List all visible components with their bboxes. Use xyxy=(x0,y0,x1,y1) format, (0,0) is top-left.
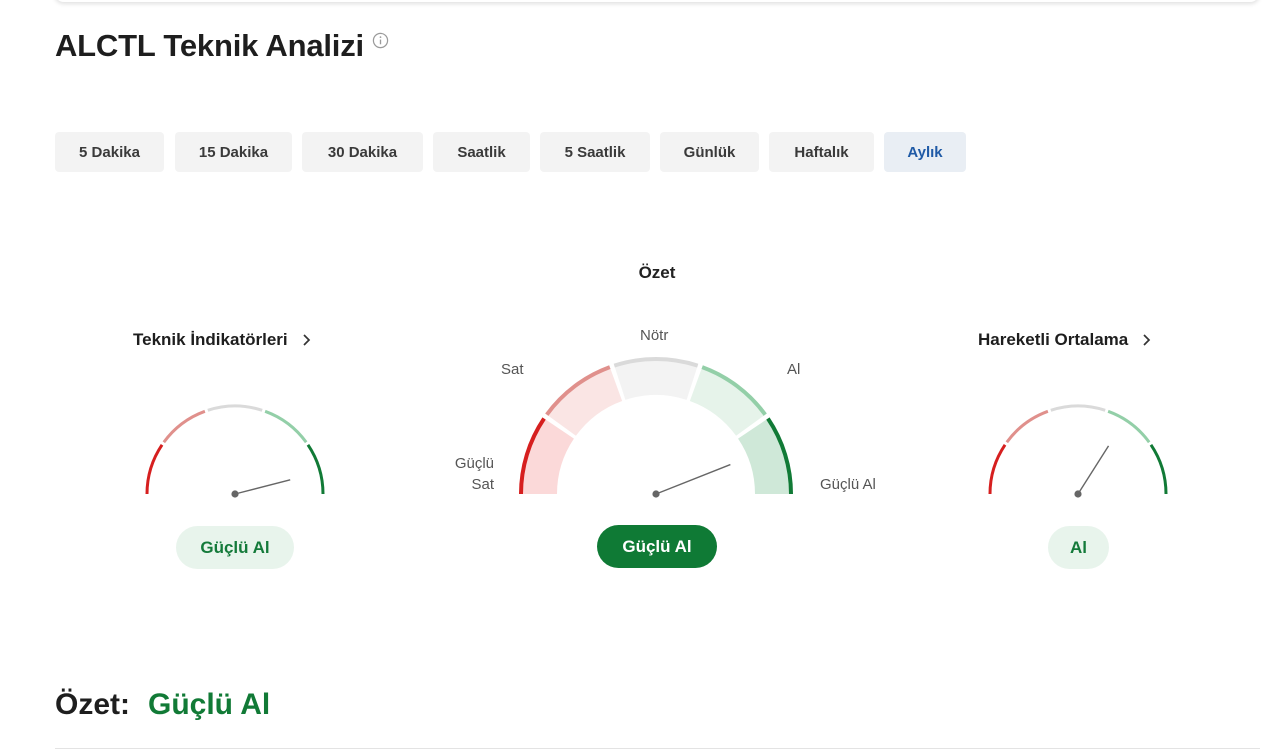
page-title-text: ALCTL Teknik Analizi xyxy=(55,28,364,63)
tab-30-dakika[interactable]: 30 Dakika xyxy=(302,132,423,172)
moving-averages-title: Hareketli Ortalama xyxy=(978,330,1129,349)
tab-5-dakika[interactable]: 5 Dakika xyxy=(55,132,164,172)
info-circle-icon[interactable] xyxy=(372,32,389,49)
gauge-needle xyxy=(234,479,291,495)
gauge-band-strong_sell xyxy=(521,418,574,494)
label-guclu-sat: Güçlü Sat xyxy=(454,455,494,493)
summary-result-badge: Güçlü Al xyxy=(597,525,717,568)
indicators-gauge xyxy=(145,404,325,498)
chevron-right-icon xyxy=(1143,334,1151,346)
gauge-band-strong_buy xyxy=(738,418,791,494)
gauge-segment-strong_sell xyxy=(145,443,164,495)
gauge-segment-strong_buy xyxy=(1149,443,1168,495)
gauge-needle-pivot xyxy=(231,490,239,498)
gauge-segment-strong_buy xyxy=(306,443,325,495)
gauge-segment-strong_sell xyxy=(988,443,1007,495)
gauge-band-neutral xyxy=(614,359,698,400)
gauge-segment-buy xyxy=(264,409,308,444)
tab-gunluk[interactable]: Günlük xyxy=(660,132,759,172)
moving-averages-header-link[interactable]: Hareketli Ortalama xyxy=(978,330,1151,350)
page-title: ALCTL Teknik Analizi xyxy=(55,28,389,64)
gauge-segment-neutral xyxy=(207,404,263,412)
gauge-needle-pivot xyxy=(652,490,660,498)
indicators-header-link[interactable]: Teknik İndikatörleri xyxy=(133,330,311,350)
bottom-summary-label: Özet: xyxy=(55,688,130,721)
gauge-segment-sell xyxy=(1005,409,1049,444)
bottom-summary-value: Güçlü Al xyxy=(148,688,271,721)
summary-title: Özet xyxy=(638,263,676,282)
gauge-needle xyxy=(655,463,731,495)
tab-5-saatlik[interactable]: 5 Saatlik xyxy=(540,132,650,172)
tab-haftalik[interactable]: Haftalık xyxy=(769,132,874,172)
tab-15-dakika[interactable]: 15 Dakika xyxy=(175,132,292,172)
bottom-summary: Özet: Güçlü Al xyxy=(55,688,270,722)
top-card-edge xyxy=(54,0,1260,2)
gauge-needle xyxy=(1077,445,1110,495)
gauge-segment-neutral xyxy=(1050,404,1106,412)
gauge-segment-buy xyxy=(1107,409,1151,444)
label-guclu-al: Güçlü Al xyxy=(820,476,876,493)
gauge-segment-sell xyxy=(162,409,206,444)
summary-gauge xyxy=(519,357,793,498)
gauge-needle-pivot xyxy=(1074,490,1082,498)
tab-aylik[interactable]: Aylık xyxy=(884,132,966,172)
indicators-title: Teknik İndikatörleri xyxy=(133,330,288,349)
chevron-right-icon xyxy=(303,334,310,346)
divider xyxy=(55,748,1260,749)
label-notr: Nötr xyxy=(640,327,669,344)
moving-averages-result-badge: Al xyxy=(1048,526,1109,569)
tab-saatlik[interactable]: Saatlik xyxy=(433,132,530,172)
moving-averages-gauge xyxy=(988,404,1168,498)
indicators-result-badge: Güçlü Al xyxy=(176,526,294,569)
